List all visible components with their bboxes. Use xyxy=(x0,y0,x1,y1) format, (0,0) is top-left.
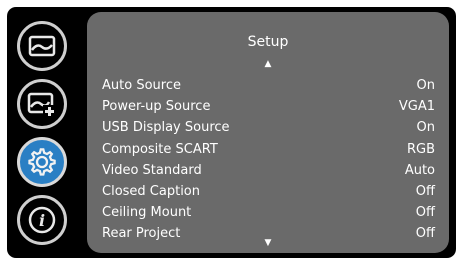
menu-list: Auto Source On Power-up Source VGA1 USB … xyxy=(102,75,435,245)
menu-item-value: On xyxy=(416,78,435,94)
gear-icon xyxy=(28,148,56,176)
menu-item-label: Composite SCART xyxy=(102,141,218,157)
menu-sidebar: i xyxy=(7,7,87,258)
menu-item-value: On xyxy=(416,120,435,136)
picture-settings-icon xyxy=(27,92,56,117)
menu-item-label: Closed Caption xyxy=(102,184,200,200)
menu-item-label: Video Standard xyxy=(102,162,202,178)
setup-panel: Setup ▲ Auto Source On Power-up Source V… xyxy=(87,12,449,253)
menu-item-label: Auto Source xyxy=(102,78,181,94)
scroll-up-arrow[interactable]: ▲ xyxy=(87,60,449,69)
picture-menu-button[interactable] xyxy=(17,21,67,71)
scroll-down-arrow[interactable]: ▼ xyxy=(87,239,449,248)
picture-icon xyxy=(28,35,56,57)
menu-item-usb-display-source[interactable]: USB Display Source On xyxy=(102,117,435,138)
info-menu-button[interactable]: i xyxy=(17,195,67,245)
menu-item-composite-scart[interactable]: Composite SCART RGB xyxy=(102,139,435,160)
menu-item-value: RGB xyxy=(406,141,435,157)
menu-item-value: Off xyxy=(415,184,435,200)
menu-item-value: Off xyxy=(415,205,435,221)
menu-item-closed-caption[interactable]: Closed Caption Off xyxy=(102,181,435,202)
menu-item-label: USB Display Source xyxy=(102,120,230,136)
menu-item-label: Power-up Source xyxy=(102,99,211,115)
info-icon: i xyxy=(28,206,56,234)
menu-item-power-up-source[interactable]: Power-up Source VGA1 xyxy=(102,96,435,117)
menu-item-ceiling-mount[interactable]: Ceiling Mount Off xyxy=(102,202,435,223)
setup-menu-button[interactable] xyxy=(17,137,67,187)
menu-item-auto-source[interactable]: Auto Source On xyxy=(102,75,435,96)
svg-text:i: i xyxy=(39,211,45,230)
menu-item-value: VGA1 xyxy=(398,99,435,115)
menu-item-label: Ceiling Mount xyxy=(102,205,192,221)
menu-title: Setup xyxy=(247,34,289,50)
menu-item-video-standard[interactable]: Video Standard Auto xyxy=(102,160,435,181)
menu-item-value: Auto xyxy=(404,162,435,178)
picture-settings-menu-button[interactable] xyxy=(17,79,67,129)
projector-osd: i Setup ▲ Auto Source On Power-up Source… xyxy=(7,7,456,258)
